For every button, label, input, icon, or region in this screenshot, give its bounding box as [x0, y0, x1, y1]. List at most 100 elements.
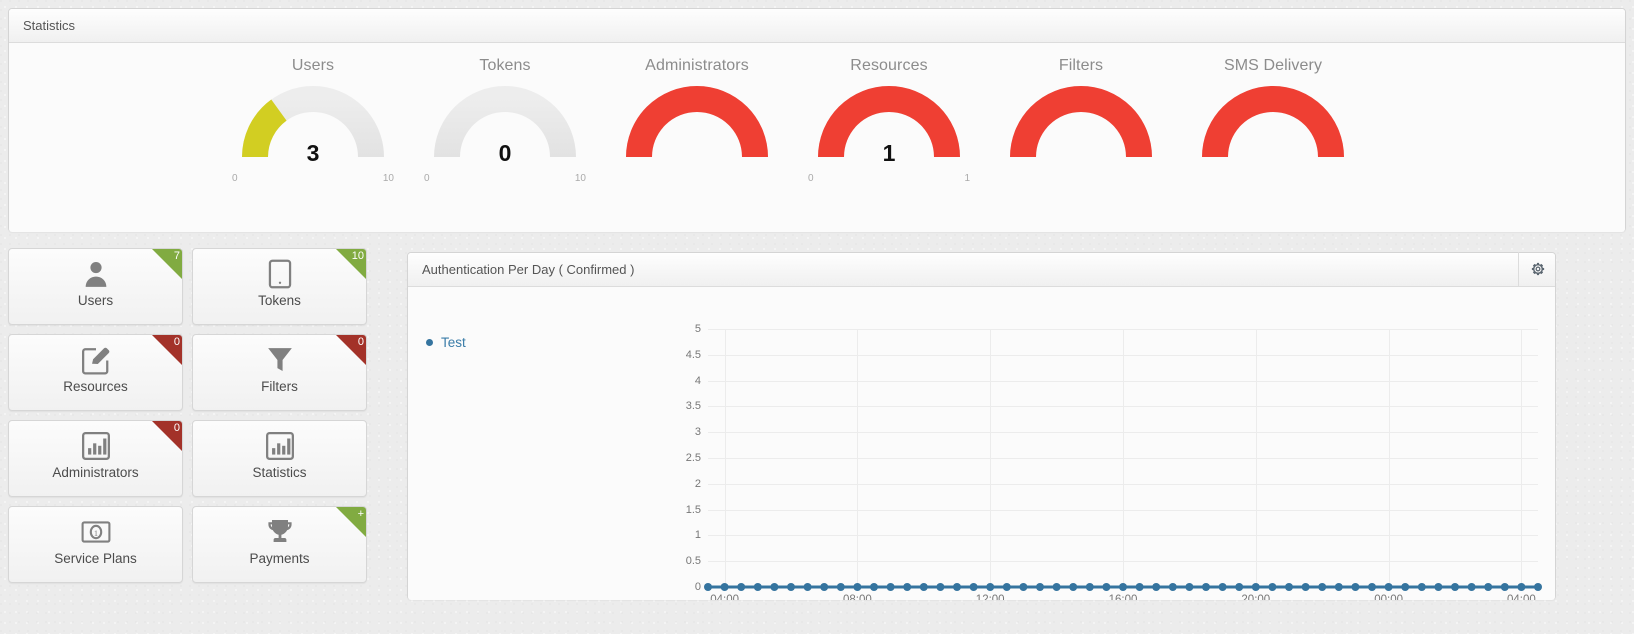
- statistics-panel: Statistics Users 3 0 10 Tokens 0 0 10 Administra…: [8, 8, 1626, 232]
- series-point[interactable]: [1218, 583, 1227, 591]
- series-point[interactable]: [986, 583, 995, 591]
- series-point[interactable]: [1467, 583, 1476, 591]
- gauge-arc: 3: [234, 85, 392, 167]
- series-point[interactable]: [1517, 583, 1526, 591]
- series-point[interactable]: [919, 583, 928, 591]
- series-point[interactable]: [1434, 583, 1443, 591]
- series-point[interactable]: [1152, 583, 1161, 591]
- gauge-arc: 1: [810, 85, 968, 167]
- tile-label: Statistics: [252, 465, 307, 480]
- series-point[interactable]: [1052, 583, 1061, 591]
- series-point[interactable]: [1002, 583, 1011, 591]
- gauge-label: Users: [291, 57, 335, 74]
- series-point[interactable]: [1384, 583, 1393, 591]
- gauge-range: 0 10: [232, 173, 394, 187]
- series-point[interactable]: [870, 583, 878, 591]
- statistics-panel-title: Statistics: [9, 9, 1625, 43]
- series-point[interactable]: [1235, 583, 1244, 591]
- series-point[interactable]: [1285, 583, 1293, 591]
- gauge-range: 0 10: [424, 173, 586, 187]
- tile-resources[interactable]: Resources 0: [8, 334, 183, 411]
- series-point[interactable]: [1301, 583, 1310, 591]
- gauge-label: Resources: [850, 57, 928, 74]
- tile-payments[interactable]: Payments +: [192, 506, 367, 583]
- tile-administrators[interactable]: Administrators 0: [8, 420, 183, 497]
- tile-service-plans[interactable]: 1 Service Plans: [8, 506, 183, 583]
- chart-legend: Test: [426, 335, 466, 350]
- series-point[interactable]: [770, 583, 779, 591]
- series-point[interactable]: [886, 583, 895, 591]
- series-point[interactable]: [1268, 583, 1277, 591]
- gear-icon[interactable]: [1518, 252, 1556, 286]
- series-point[interactable]: [753, 583, 762, 591]
- series-point[interactable]: [969, 583, 978, 591]
- tile-label: Filters: [261, 379, 298, 394]
- series-point[interactable]: [853, 583, 862, 591]
- series-point[interactable]: [1351, 583, 1360, 591]
- dashboard-page: Statistics Users 3 0 10 Tokens 0 0 10 Administra…: [0, 0, 1634, 634]
- legend-item[interactable]: Test: [426, 335, 466, 350]
- series-point[interactable]: [936, 583, 945, 591]
- tile-badge-count: 10: [351, 250, 364, 262]
- series-point[interactable]: [737, 583, 746, 591]
- x-axis-tick-label: 08:00: [843, 594, 872, 600]
- series-point[interactable]: [1135, 583, 1144, 591]
- bar-chart-icon: [193, 430, 366, 462]
- series-point[interactable]: [1417, 583, 1426, 591]
- series-point[interactable]: [903, 583, 912, 591]
- series-point[interactable]: [1168, 583, 1177, 591]
- series-point[interactable]: [836, 583, 845, 591]
- series-point[interactable]: [1102, 583, 1111, 591]
- x-axis-tick-label: 04:00: [710, 594, 739, 600]
- gauge-label: SMS Delivery: [1223, 57, 1323, 74]
- series-point[interactable]: [1368, 583, 1376, 591]
- y-axis-tick-label: 3.5: [685, 400, 701, 413]
- series-point[interactable]: [1019, 583, 1028, 591]
- gauge-min: 0: [808, 173, 814, 184]
- series-point[interactable]: [1069, 583, 1078, 591]
- series-point[interactable]: [720, 583, 729, 591]
- series-point[interactable]: [1036, 583, 1044, 591]
- series-point[interactable]: [787, 583, 795, 591]
- gauge-arc: 0: [426, 85, 584, 167]
- shortcut-tiles: Users 7 Tokens 10 Resources 0 Filters 0 Administ…: [8, 248, 376, 592]
- series-point[interactable]: [1185, 583, 1194, 591]
- series-point[interactable]: [803, 583, 812, 591]
- series-point[interactable]: [1318, 583, 1327, 591]
- x-axis-tick-label: 00:00: [1374, 594, 1403, 600]
- gauge-min: 0: [232, 173, 238, 184]
- tile-label: Resources: [63, 379, 128, 394]
- gauge-label: Tokens: [479, 57, 531, 74]
- gauge-arc: [1194, 85, 1352, 167]
- series-point[interactable]: [820, 583, 829, 591]
- series-point[interactable]: [1534, 583, 1542, 591]
- series-point[interactable]: [1334, 583, 1343, 591]
- series-point[interactable]: [1500, 583, 1509, 591]
- series-point[interactable]: [704, 583, 712, 591]
- gauge-label: Filters: [1058, 57, 1104, 74]
- tile-users[interactable]: Users 7: [8, 248, 183, 325]
- y-axis-tick-label: 1.5: [685, 503, 701, 516]
- series-point[interactable]: [1451, 583, 1459, 591]
- series-point[interactable]: [1085, 583, 1094, 591]
- gauge-arc: [1002, 85, 1160, 167]
- series-point[interactable]: [1202, 583, 1210, 591]
- series-point[interactable]: [1119, 583, 1127, 591]
- gauge-resources: Resources 1 0 1: [793, 43, 985, 232]
- tile-filters[interactable]: Filters 0: [192, 334, 367, 411]
- legend-label[interactable]: Test: [441, 335, 466, 350]
- tile-row: 1 Service Plans Payments +: [8, 506, 376, 583]
- tile-badge-count: 0: [357, 336, 364, 348]
- chart-panel-header: Authentication Per Day ( Confirmed ): [408, 252, 1556, 287]
- series-point[interactable]: [1484, 583, 1493, 591]
- tile-statistics[interactable]: Statistics: [192, 420, 367, 497]
- x-axis-tick-label: 12:00: [975, 594, 1005, 600]
- series-point[interactable]: [953, 583, 961, 591]
- y-axis-tick-label: 2: [694, 477, 701, 490]
- gauge-value: 0: [498, 140, 512, 166]
- tile-label: Payments: [249, 551, 310, 566]
- tile-tokens[interactable]: Tokens 10: [192, 248, 367, 325]
- series-point[interactable]: [1401, 583, 1410, 591]
- chart-panel-title: Authentication Per Day ( Confirmed ): [422, 262, 635, 277]
- series-point[interactable]: [1251, 583, 1260, 591]
